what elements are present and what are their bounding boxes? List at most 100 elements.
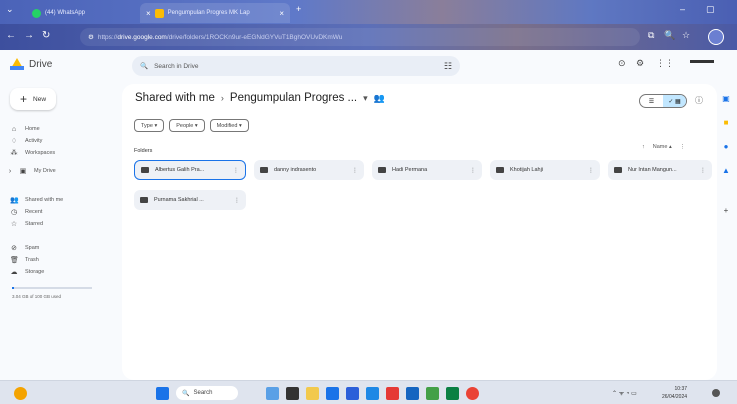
app-icon[interactable] <box>446 387 459 400</box>
new-button[interactable]: + New <box>10 88 57 110</box>
chevron-right-icon: › <box>220 93 224 103</box>
shared-folder-icon <box>260 167 268 173</box>
site-info-icon[interactable]: ⚙ <box>88 33 94 41</box>
drive-logo[interactable]: Drive <box>10 58 52 70</box>
settings-gear-icon[interactable]: ⚙ <box>636 58 644 69</box>
folder-card[interactable]: Nur Intan Mangun... ⋮ <box>608 160 712 180</box>
info-icon[interactable]: ⓘ <box>695 95 703 106</box>
chrome-icon[interactable] <box>466 387 479 400</box>
search-options-icon[interactable]: ☷ <box>444 61 452 72</box>
new-tab-button[interactable]: + <box>296 4 301 14</box>
tab-drive[interactable]: × Pengumpulan Progres MK Lap × <box>140 3 290 23</box>
breadcrumb-root[interactable]: Shared with me <box>135 92 215 104</box>
install-icon[interactable]: ⧉ <box>648 30 654 41</box>
clock-icon: ◷ <box>10 209 18 216</box>
sort-direction-icon[interactable]: ↑ <box>642 144 645 150</box>
app-icon[interactable] <box>386 387 399 400</box>
notification-icon[interactable] <box>712 389 720 397</box>
more-vert-icon[interactable]: ⋮ <box>352 167 358 174</box>
search-input[interactable]: 🔍 Search in Drive ☷ <box>132 56 460 76</box>
app-icon[interactable] <box>326 387 339 400</box>
keep-icon[interactable]: ■ <box>721 118 731 127</box>
tab-title: (44) WhatsApp <box>45 10 86 16</box>
app-icon[interactable] <box>346 387 359 400</box>
sidebar-item-home[interactable]: ⌂ Home <box>10 123 120 135</box>
more-vert-icon[interactable]: ⋮ <box>470 167 476 174</box>
file-explorer-icon[interactable] <box>306 387 319 400</box>
list-view-icon[interactable]: ☰ <box>640 95 663 107</box>
folder-name: Nur Intan Mangun... <box>628 167 677 173</box>
shared-folder-icon <box>141 167 149 173</box>
bookmark-star-icon[interactable]: ☆ <box>682 30 690 41</box>
taskbar-search[interactable]: 🔍 Search <box>176 386 238 400</box>
zoom-icon[interactable]: 🔍 <box>664 30 675 41</box>
widgets-icon[interactable] <box>266 387 279 400</box>
more-vert-icon[interactable]: ⋮ <box>233 167 239 174</box>
sidebar-item-label: Storage <box>25 269 45 275</box>
sidebar-item-storage[interactable]: ☁ Storage <box>10 266 120 278</box>
minimize-icon[interactable]: – <box>680 4 685 14</box>
activity-icon: ♢ <box>10 138 18 145</box>
folder-card[interactable]: danny indrasento ⋮ <box>254 160 364 180</box>
app-name: Drive <box>29 58 53 70</box>
chevron-down-icon[interactable]: ▾ <box>363 93 368 104</box>
add-addon-icon[interactable]: + <box>721 206 731 215</box>
filter-type[interactable]: Type ▾ <box>134 119 165 132</box>
breadcrumb-current[interactable]: Pengumpulan Progres ... <box>230 92 357 104</box>
sidebar-item-activity[interactable]: ♢ Activity <box>10 135 120 147</box>
clock[interactable]: 10:37 26/04/2024 <box>662 385 687 401</box>
workspaces-icon: ⁂ <box>10 150 18 157</box>
sidebar-item-spam[interactable]: ⊘ Spam <box>10 242 120 254</box>
folder-card[interactable]: Hadi Permana ⋮ <box>372 160 482 180</box>
taskbar-search-label: Search <box>193 390 213 396</box>
tasks-icon[interactable]: ● <box>721 142 731 151</box>
clock-date: 26/04/2024 <box>662 394 688 400</box>
filter-people[interactable]: People ▾ <box>169 119 205 132</box>
home-icon: ⌂ <box>11 125 17 133</box>
maximize-icon[interactable]: ▢ <box>706 4 715 15</box>
back-icon[interactable]: ← <box>6 30 16 41</box>
browser-tab-bar: ⌄ (44) WhatsApp × Pengumpulan Progres MK… <box>0 0 737 24</box>
app-icon[interactable] <box>366 387 379 400</box>
cloud-icon: ☁ <box>10 269 18 276</box>
more-vert-icon[interactable]: ⋮ <box>680 144 686 150</box>
offline-icon[interactable]: ⊙ <box>618 58 626 69</box>
sidebar-item-trash[interactable]: 🗑 Trash <box>10 254 120 266</box>
calendar-icon[interactable]: ▣ <box>721 94 731 103</box>
sidebar-item-workspaces[interactable]: ⁂ Workspaces <box>10 147 120 159</box>
url-field[interactable]: ⚙ https://drive.google.com/drive/folders… <box>80 28 640 46</box>
plus-icon: + <box>20 92 28 106</box>
weather-icon[interactable] <box>14 387 27 400</box>
tab-whatsapp[interactable]: (44) WhatsApp <box>26 3 136 23</box>
close-icon[interactable]: × <box>146 9 151 18</box>
more-vert-icon[interactable]: ⋮ <box>234 197 240 204</box>
folder-card[interactable]: Purnama Sakhrial ... ⋮ <box>134 190 246 210</box>
folder-card[interactable]: Khotijah Lahji ⋮ <box>490 160 600 180</box>
contacts-icon[interactable]: ▲ <box>721 166 731 175</box>
sort-name-button[interactable]: Name ▴ <box>653 144 672 150</box>
expand-arrow-icon[interactable]: › <box>8 168 12 175</box>
task-view-icon[interactable] <box>286 387 299 400</box>
filter-chips: Type ▾ People ▾ Modified ▾ <box>134 119 249 132</box>
reload-icon[interactable]: ↻ <box>42 30 50 41</box>
close-icon[interactable]: × <box>279 9 284 18</box>
system-tray[interactable]: ⌃ ᯤ ◔ ▭ <box>612 389 637 397</box>
org-logo[interactable] <box>690 60 714 70</box>
sidebar-item-recent[interactable]: ◷ Recent <box>10 206 120 218</box>
forward-icon[interactable]: → <box>24 30 34 41</box>
more-vert-icon[interactable]: ⋮ <box>700 167 706 174</box>
more-vert-icon[interactable]: ⋮ <box>588 167 594 174</box>
sidebar-item-shared-with-me[interactable]: 👥 Shared with me <box>10 194 120 206</box>
sidebar-item-starred[interactable]: ☆ Starred <box>10 218 120 230</box>
windows-start-icon[interactable] <box>156 387 169 400</box>
edge-icon[interactable] <box>406 387 419 400</box>
folder-card[interactable]: Albertus Galih Pra... ⋮ <box>134 160 246 180</box>
whatsapp-icon <box>32 8 41 18</box>
profile-avatar[interactable] <box>708 29 724 45</box>
grid-view-icon[interactable]: ✓ ▦ <box>663 95 686 107</box>
filter-modified[interactable]: Modified ▾ <box>209 119 249 132</box>
tab-list-icon[interactable]: ⌄ <box>6 4 14 15</box>
app-icon[interactable] <box>426 387 439 400</box>
sidebar-item-my-drive[interactable]: › ▣ My Drive <box>8 165 118 177</box>
apps-grid-icon[interactable]: ⋮⋮ <box>656 58 674 69</box>
